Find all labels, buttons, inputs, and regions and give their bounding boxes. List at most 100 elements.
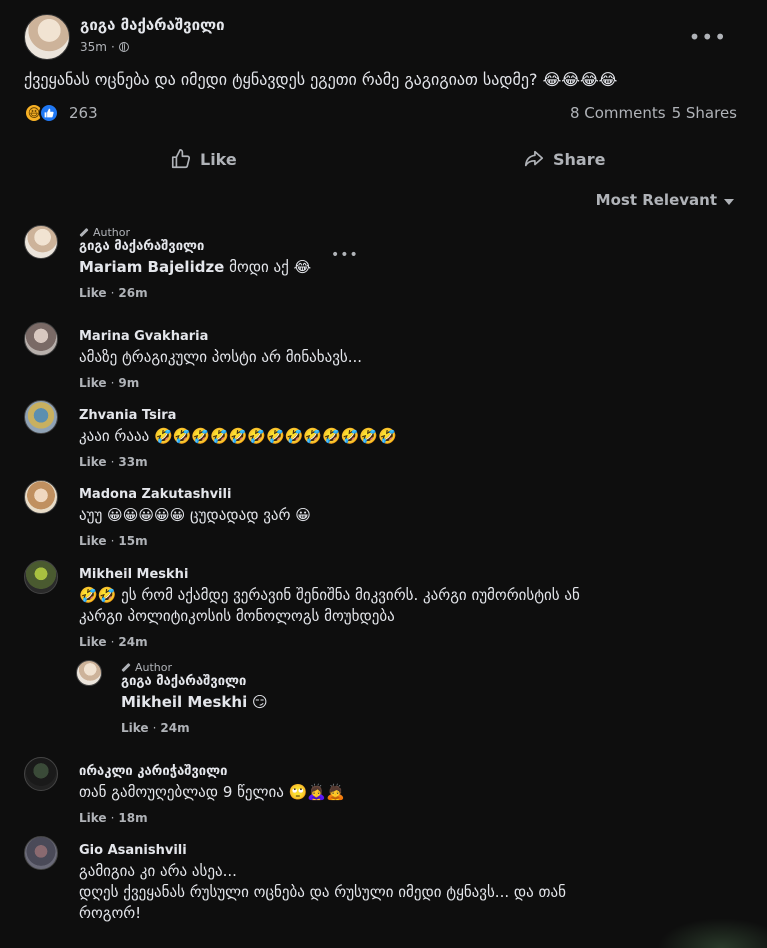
- comment-actions: Like · 33m: [79, 455, 699, 469]
- caret-down-icon: [724, 198, 734, 205]
- share-arrow-icon: [524, 150, 544, 167]
- comment-text-line: როგორ!: [79, 904, 142, 922]
- commenter-name[interactable]: Gio Asanishvili: [79, 843, 699, 859]
- comment-text-line: კარგი პოლიტიკოსის მონოლოგს მოუხდება: [79, 607, 395, 625]
- meta-separator: ·: [152, 721, 157, 735]
- comment-actions: Like · 9m: [79, 376, 699, 390]
- comments-count-link[interactable]: 8 Comments: [570, 104, 666, 122]
- share-button-label: Share: [553, 149, 606, 169]
- globe-icon: [118, 41, 129, 52]
- comment-like-button[interactable]: Like: [79, 811, 107, 825]
- meta-separator: ·: [110, 635, 115, 649]
- meta-separator: ·: [110, 286, 115, 300]
- commenter-avatar[interactable]: [24, 836, 58, 870]
- comment-actions: Like · 18m: [79, 811, 699, 825]
- commenter-avatar[interactable]: [24, 560, 58, 594]
- comment-time[interactable]: 15m: [118, 534, 147, 548]
- comment-sort-dropdown[interactable]: Most Relevant: [596, 191, 734, 209]
- like-reaction-icon: [39, 103, 59, 123]
- post-meta: 35m ·: [80, 40, 225, 54]
- mention-link[interactable]: Mariam Bajelidze: [79, 258, 224, 276]
- commenter-avatar[interactable]: [76, 660, 102, 686]
- comment-like-button[interactable]: Like: [121, 721, 149, 735]
- commenter-name[interactable]: Madona Zakutashvili: [79, 487, 699, 503]
- post-header-text: გიგა მაქარაშვილი 35m ·: [80, 14, 225, 54]
- post-author-name[interactable]: გიგა მაქარაშვილი: [80, 16, 225, 34]
- commenter-avatar[interactable]: [24, 480, 58, 514]
- comment-actions: Like · 26m: [79, 286, 699, 300]
- pencil-icon: [79, 227, 89, 237]
- thumbs-up-icon: [171, 149, 191, 169]
- post-actions-bar: Like Share: [0, 140, 767, 180]
- shares-count-link[interactable]: 5 Shares: [672, 104, 737, 122]
- meta-separator: ·: [110, 40, 115, 54]
- facebook-post-page: გიგა მაქარაშვილი 35m · ••• ქვეყანას ოცნე…: [0, 0, 767, 948]
- comment-like-button[interactable]: Like: [79, 286, 107, 300]
- post-header: გიგა მაქარაშვილი 35m ·: [24, 14, 225, 60]
- comment-text: Mikheil Meskhi 😏: [121, 692, 741, 713]
- commenter-avatar[interactable]: [24, 757, 58, 791]
- comment-like-button[interactable]: Like: [79, 376, 107, 390]
- comment-text: Mariam Bajelidze მოდი აქ 😂: [79, 257, 699, 278]
- comment-body: Mikheil Meskhi 🤣🤣 ეს რომ აქამდე ვერავინ …: [79, 567, 699, 649]
- comment-body: ირაკლი კარიჭაშვილი თან გამოუღებლად 9 წელ…: [79, 764, 699, 825]
- like-button[interactable]: Like: [170, 140, 237, 178]
- comment-like-button[interactable]: Like: [79, 635, 107, 649]
- comment-like-button[interactable]: Like: [79, 534, 107, 548]
- comment-time[interactable]: 24m: [118, 635, 147, 649]
- comment-text: თან გამოუღებლად 9 წელია 🙄🙇‍♀️🙇: [79, 783, 345, 801]
- comment-body: Marina Gvakharia ამაზე ტრაგიკული პოსტი ა…: [79, 329, 699, 390]
- share-button[interactable]: Share: [523, 140, 605, 178]
- meta-separator: ·: [110, 376, 115, 390]
- comment-body: Zhvania Tsira კააი რააა 🤣🤣🤣🤣🤣🤣🤣🤣🤣🤣🤣🤣🤣 Li…: [79, 408, 699, 469]
- comment-actions: Like · 24m: [121, 721, 741, 735]
- author-badge-label: Author: [93, 225, 131, 239]
- comment-text: გამიგია კი არა ასეა... დღეს ქვეყანას რუს…: [79, 861, 699, 924]
- commenter-name[interactable]: Mikheil Meskhi: [79, 567, 699, 583]
- pencil-icon: [121, 662, 131, 672]
- comment-more-options-button[interactable]: •••: [331, 247, 359, 263]
- post-time[interactable]: 35m: [80, 40, 107, 54]
- post-text: ქვეყანას ოცნება და იმედი ტყნავდეს ეგეთი …: [24, 70, 618, 89]
- mention-link[interactable]: Mikheil Meskhi: [121, 693, 247, 711]
- comment-time[interactable]: 9m: [118, 376, 139, 390]
- commenter-name[interactable]: Zhvania Tsira: [79, 408, 699, 424]
- meta-separator: ·: [110, 811, 115, 825]
- commenter-name[interactable]: გიგა მაქარაშვილი: [79, 239, 699, 255]
- sort-label: Most Relevant: [595, 191, 717, 209]
- comment-body: Author გიგა მაქარაშვილი Mikheil Meskhi 😏…: [121, 660, 741, 736]
- commenter-avatar[interactable]: [24, 322, 58, 356]
- comment-actions: Like · 15m: [79, 534, 699, 548]
- commenter-name[interactable]: Marina Gvakharia: [79, 329, 699, 345]
- comment-body: Author გიგა მაქარაშვილი Mariam Bajelidze…: [79, 225, 699, 301]
- comment-body: Madona Zakutashvili აუუ 😀😀😀😀😀 ცუდადად ვა…: [79, 487, 699, 548]
- comment-text-line: გამიგია კი არა ასეა...: [79, 862, 237, 880]
- comment-time[interactable]: 26m: [118, 286, 147, 300]
- reactions-summary[interactable]: 😆 263: [24, 103, 98, 123]
- comment-body: Gio Asanishvili გამიგია კი არა ასეა... დ…: [79, 843, 699, 924]
- author-badge-label: Author: [135, 660, 173, 674]
- comment-text: აუუ 😀😀😀😀😀 ცუდადად ვარ 😀: [79, 506, 311, 524]
- commenter-avatar[interactable]: [24, 225, 58, 259]
- comment-actions: Like · 24m: [79, 635, 699, 649]
- post-more-options-button[interactable]: •••: [689, 25, 727, 49]
- commenter-avatar[interactable]: [24, 400, 58, 434]
- author-badge: Author: [79, 225, 699, 239]
- comment-like-button[interactable]: Like: [79, 455, 107, 469]
- comment-time[interactable]: 24m: [160, 721, 189, 735]
- post-author-avatar[interactable]: [24, 14, 70, 60]
- comment-text-line: 🤣🤣 ეს რომ აქამდე ვერავინ შენიშნა მიკვირს…: [79, 586, 580, 604]
- commenter-name[interactable]: ირაკლი კარიჭაშვილი: [79, 764, 699, 780]
- meta-separator: ·: [110, 455, 115, 469]
- comment-time[interactable]: 18m: [118, 811, 147, 825]
- comment-text-line: 😏: [247, 693, 268, 711]
- meta-separator: ·: [110, 534, 115, 548]
- comment-text: კააი რააა 🤣🤣🤣🤣🤣🤣🤣🤣🤣🤣🤣🤣🤣: [79, 427, 397, 445]
- like-button-label: Like: [200, 149, 237, 169]
- reaction-count: 263: [69, 104, 98, 122]
- comment-text-line: დღეს ქვეყანას რუსული ოცნება და რუსული იმ…: [79, 883, 567, 901]
- background-foliage: [657, 918, 767, 948]
- commenter-name[interactable]: გიგა მაქარაშვილი: [121, 674, 741, 690]
- comment-time[interactable]: 33m: [118, 455, 147, 469]
- author-badge: Author: [121, 660, 741, 674]
